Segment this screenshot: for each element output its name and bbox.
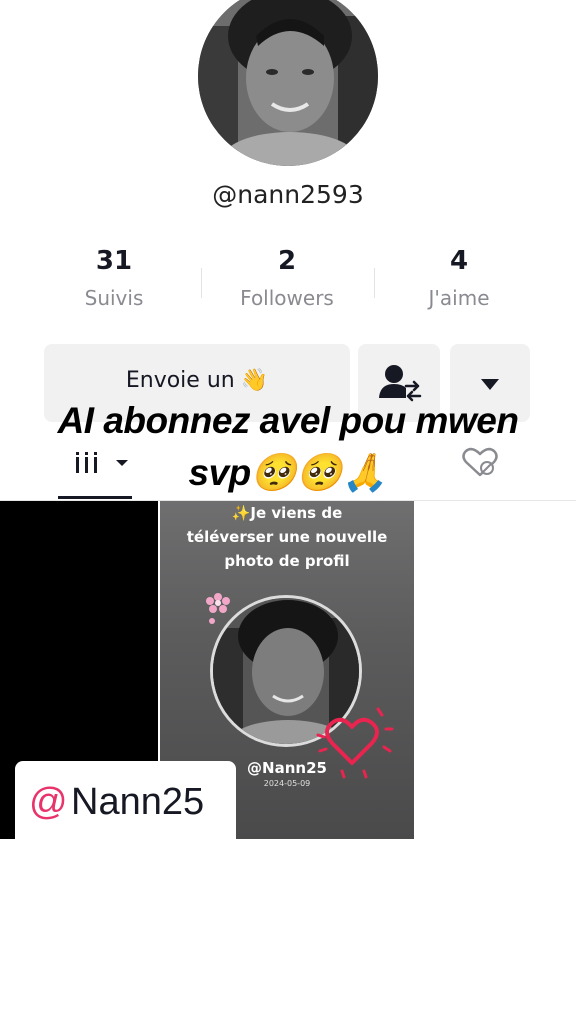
stat-following-label: Suivis xyxy=(84,286,144,310)
mention-name: Nann25 xyxy=(71,781,205,823)
stat-followers-count: 2 xyxy=(277,246,297,276)
mention-at-sign: @ xyxy=(29,781,68,823)
profile-avatar[interactable] xyxy=(198,0,378,166)
stat-following-count: 31 xyxy=(95,246,133,276)
profile-username: @nann2593 xyxy=(212,180,364,209)
thumbnail-caption-line2: téléverser une nouvelle xyxy=(186,528,388,546)
overlay-caption-line2: svp🥺🥺🙏 xyxy=(188,452,388,493)
stat-followers[interactable]: 2 Followers xyxy=(197,246,377,310)
stat-followers-label: Followers xyxy=(240,286,334,310)
stat-likes[interactable]: 4 J'aime xyxy=(369,246,549,310)
overlay-caption-line1: AI abonnez avel pou mwen xyxy=(57,400,519,441)
avatar-photo xyxy=(198,0,378,166)
stat-following[interactable]: 31 Suivis xyxy=(24,246,204,310)
mention-tag[interactable]: @ Nann25 xyxy=(15,761,236,839)
active-tab-indicator xyxy=(58,496,132,499)
thumbnail-caption-line3: photo de profil xyxy=(224,552,350,570)
stat-likes-label: J'aime xyxy=(428,286,490,310)
thumbnail-caption-line1: ✨Je viens de xyxy=(231,504,343,522)
stat-likes-count: 4 xyxy=(449,246,469,276)
